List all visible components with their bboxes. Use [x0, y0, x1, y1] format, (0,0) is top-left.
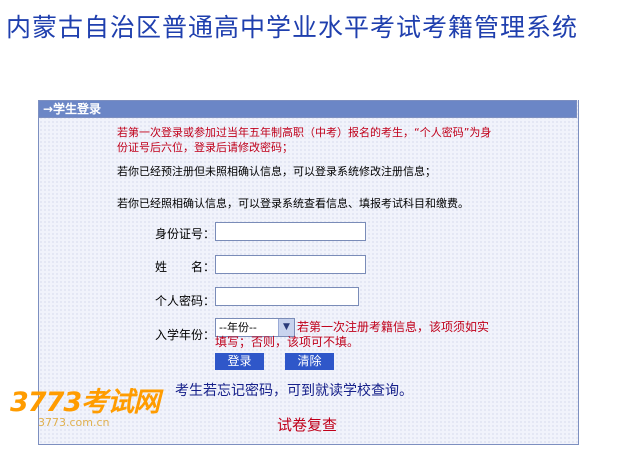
enrollment-year-note: 若第一次注册考籍信息，该项须如实填写；否则，该项可不填。 [215, 320, 490, 349]
preregistered-notice: 若你已经预注册但未照相确认信息，可以登录系统修改注册信息； [117, 165, 436, 178]
page-title: 内蒙古自治区普通高中学业水平考试考籍管理系统 [6, 13, 579, 42]
confirmed-notice: 若你已经照相确认信息，可以登录系统查看信息、填报考试科目和缴费。 [117, 197, 469, 210]
name-input[interactable] [215, 255, 366, 274]
enrollment-year-label: 入学年份： [155, 328, 216, 342]
forgot-password-hint: 考生若忘记密码，可到就读学校查询。 [175, 383, 413, 399]
id-number-input[interactable] [215, 222, 366, 241]
login-panel-header: →学生登录 [38, 100, 577, 118]
id-number-label: 身份证号： [155, 227, 216, 241]
paper-recheck-link[interactable]: 试卷复查 [277, 414, 337, 435]
watermark-brand: 3773考试网 [10, 387, 160, 418]
site-watermark: 3773考试网 3773.com.cn [10, 380, 160, 429]
watermark-url: 3773.com.cn [38, 416, 110, 429]
first-login-notice: 若第一次登录或参加过当年五年制高职（中考）报名的考生，“个人密码”为身份证号后六… [117, 126, 492, 154]
clear-button[interactable]: 清除 [285, 353, 334, 370]
password-input[interactable] [215, 287, 359, 306]
name-label: 姓 名： [155, 260, 216, 274]
login-button[interactable]: 登录 [215, 353, 264, 370]
password-label: 个人密码： [155, 294, 216, 308]
